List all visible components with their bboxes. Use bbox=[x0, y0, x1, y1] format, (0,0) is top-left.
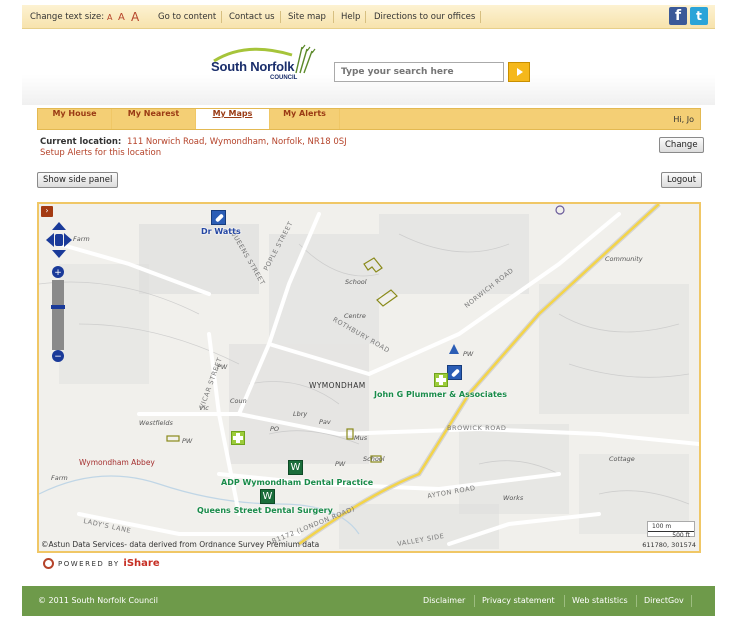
map-coordinates: 611780, 301574 bbox=[642, 541, 696, 549]
copyright-text: © 2011 South Norfolk Council bbox=[38, 596, 158, 605]
powered-by[interactable]: POWERED BY iShare bbox=[43, 558, 160, 570]
pan-right-icon bbox=[64, 233, 72, 247]
map-label: Mus bbox=[354, 434, 368, 442]
dental-icon[interactable]: W bbox=[260, 489, 275, 504]
map-label: School bbox=[363, 455, 385, 463]
pan-down-icon bbox=[52, 250, 66, 258]
poi-label[interactable]: Dr Watts bbox=[201, 227, 241, 236]
twitter-icon[interactable]: t bbox=[690, 7, 708, 25]
footer-link-privacy[interactable]: Privacy statement bbox=[482, 596, 555, 605]
map-label: PO bbox=[270, 425, 280, 433]
go-to-content-link[interactable]: Go to content bbox=[158, 12, 216, 22]
tab-my-nearest[interactable]: My Nearest bbox=[112, 109, 196, 129]
facebook-icon[interactable]: f bbox=[669, 7, 687, 25]
poi-label[interactable]: ADP Wymondham Dental Practice bbox=[221, 478, 373, 487]
map-attribution: ©Astun Data Services- data derived from … bbox=[41, 540, 320, 549]
text-size-large[interactable]: A bbox=[131, 10, 139, 24]
map-label: Farm bbox=[73, 235, 90, 243]
divider bbox=[480, 11, 481, 23]
pharmacy-icon[interactable] bbox=[447, 365, 462, 380]
map-label: Westfields bbox=[139, 419, 173, 427]
map-scale: 100 m 500 ft bbox=[647, 521, 695, 539]
site-footer: © 2011 South Norfolk Council Disclaimer … bbox=[22, 586, 715, 616]
dental-icon[interactable]: W bbox=[288, 460, 303, 475]
logo-subtitle: COUNCIL bbox=[270, 75, 298, 81]
main-tabs: My House My Nearest My Maps My Alerts Hi… bbox=[37, 108, 701, 130]
tab-my-maps[interactable]: My Maps bbox=[196, 109, 270, 129]
ishare-brand: iShare bbox=[123, 558, 160, 569]
text-size-medium[interactable]: A bbox=[118, 12, 125, 23]
abbey-label: Wymondham Abbey bbox=[79, 458, 155, 467]
footer-link-directgov[interactable]: DirectGov bbox=[644, 596, 684, 605]
tab-my-alerts[interactable]: My Alerts bbox=[270, 109, 340, 129]
divider bbox=[365, 11, 366, 23]
ishare-logo-icon bbox=[43, 558, 54, 569]
divider bbox=[636, 595, 637, 607]
powered-by-prefix: POWERED BY bbox=[58, 560, 120, 568]
map-label: Coun bbox=[230, 397, 247, 405]
poi-label[interactable]: John G Plummer & Associates bbox=[374, 390, 507, 399]
map-label: PW bbox=[335, 460, 346, 468]
map-label: PW bbox=[182, 437, 193, 445]
scale-imperial: 500 ft bbox=[672, 532, 690, 539]
show-side-panel-button[interactable]: Show side panel bbox=[37, 172, 119, 188]
change-location-button[interactable]: Change bbox=[659, 137, 704, 153]
current-location-label: Current location: bbox=[40, 137, 122, 147]
divider bbox=[221, 11, 222, 23]
medical-cross-icon[interactable] bbox=[231, 431, 245, 445]
contact-us-link[interactable]: Contact us bbox=[229, 12, 275, 22]
help-link[interactable]: Help bbox=[341, 12, 360, 22]
map-basemap[interactable] bbox=[39, 204, 699, 551]
map-view[interactable]: › + − Farm School Centre PW Community Co… bbox=[37, 202, 701, 553]
svg-text:+: + bbox=[54, 268, 62, 278]
text-size-small[interactable]: A bbox=[107, 13, 112, 22]
divider bbox=[564, 595, 565, 607]
divider bbox=[280, 11, 281, 23]
search-input[interactable] bbox=[334, 62, 504, 82]
map-label: Lbry bbox=[293, 410, 308, 418]
map-label: School bbox=[345, 278, 367, 286]
svg-text:−: − bbox=[54, 352, 62, 362]
tab-my-house[interactable]: My House bbox=[38, 109, 112, 129]
divider bbox=[474, 595, 475, 607]
map-label: Community bbox=[605, 255, 643, 263]
footer-link-web-statistics[interactable]: Web statistics bbox=[572, 596, 628, 605]
pan-up-icon bbox=[52, 222, 66, 230]
top-utility-bar: Change text size: A A A Go to content Co… bbox=[22, 5, 715, 29]
logo-title: South Norfolk bbox=[211, 59, 295, 74]
scale-metric: 100 m bbox=[648, 522, 694, 532]
map-label: Farm bbox=[51, 474, 68, 482]
map-label: PW bbox=[463, 350, 474, 358]
expand-panel-icon[interactable]: › bbox=[41, 206, 53, 217]
road-label: BROWICK ROAD bbox=[447, 424, 507, 432]
map-label: Pav bbox=[319, 418, 331, 426]
footer-link-disclaimer[interactable]: Disclaimer bbox=[423, 596, 465, 605]
current-location-value[interactable]: 111 Norwich Road, Wymondham, Norfolk, NR… bbox=[127, 137, 347, 147]
map-navigation-control[interactable]: + − bbox=[46, 222, 72, 362]
town-label: WYMONDHAM bbox=[309, 381, 366, 390]
site-map-link[interactable]: Site map bbox=[288, 12, 326, 22]
search-submit-button[interactable] bbox=[508, 62, 530, 82]
divider bbox=[333, 11, 334, 23]
text-size-label: Change text size: bbox=[30, 12, 105, 22]
map-label: Works bbox=[503, 494, 524, 502]
site-header: South Norfolk COUNCIL bbox=[22, 29, 715, 105]
user-greeting: Hi, Jo bbox=[673, 115, 694, 124]
medical-cross-icon[interactable] bbox=[434, 373, 448, 387]
map-label: Centre bbox=[344, 312, 366, 320]
poi-label[interactable]: Queens Street Dental Surgery bbox=[197, 506, 333, 515]
logout-button[interactable]: Logout bbox=[661, 172, 703, 188]
map-label: Cottage bbox=[609, 455, 635, 463]
pan-left-icon bbox=[46, 233, 54, 247]
pharmacy-icon[interactable] bbox=[211, 210, 226, 225]
setup-alerts-link[interactable]: Setup Alerts for this location bbox=[40, 148, 161, 158]
divider bbox=[691, 595, 692, 607]
directions-link[interactable]: Directions to our offices bbox=[374, 12, 475, 22]
